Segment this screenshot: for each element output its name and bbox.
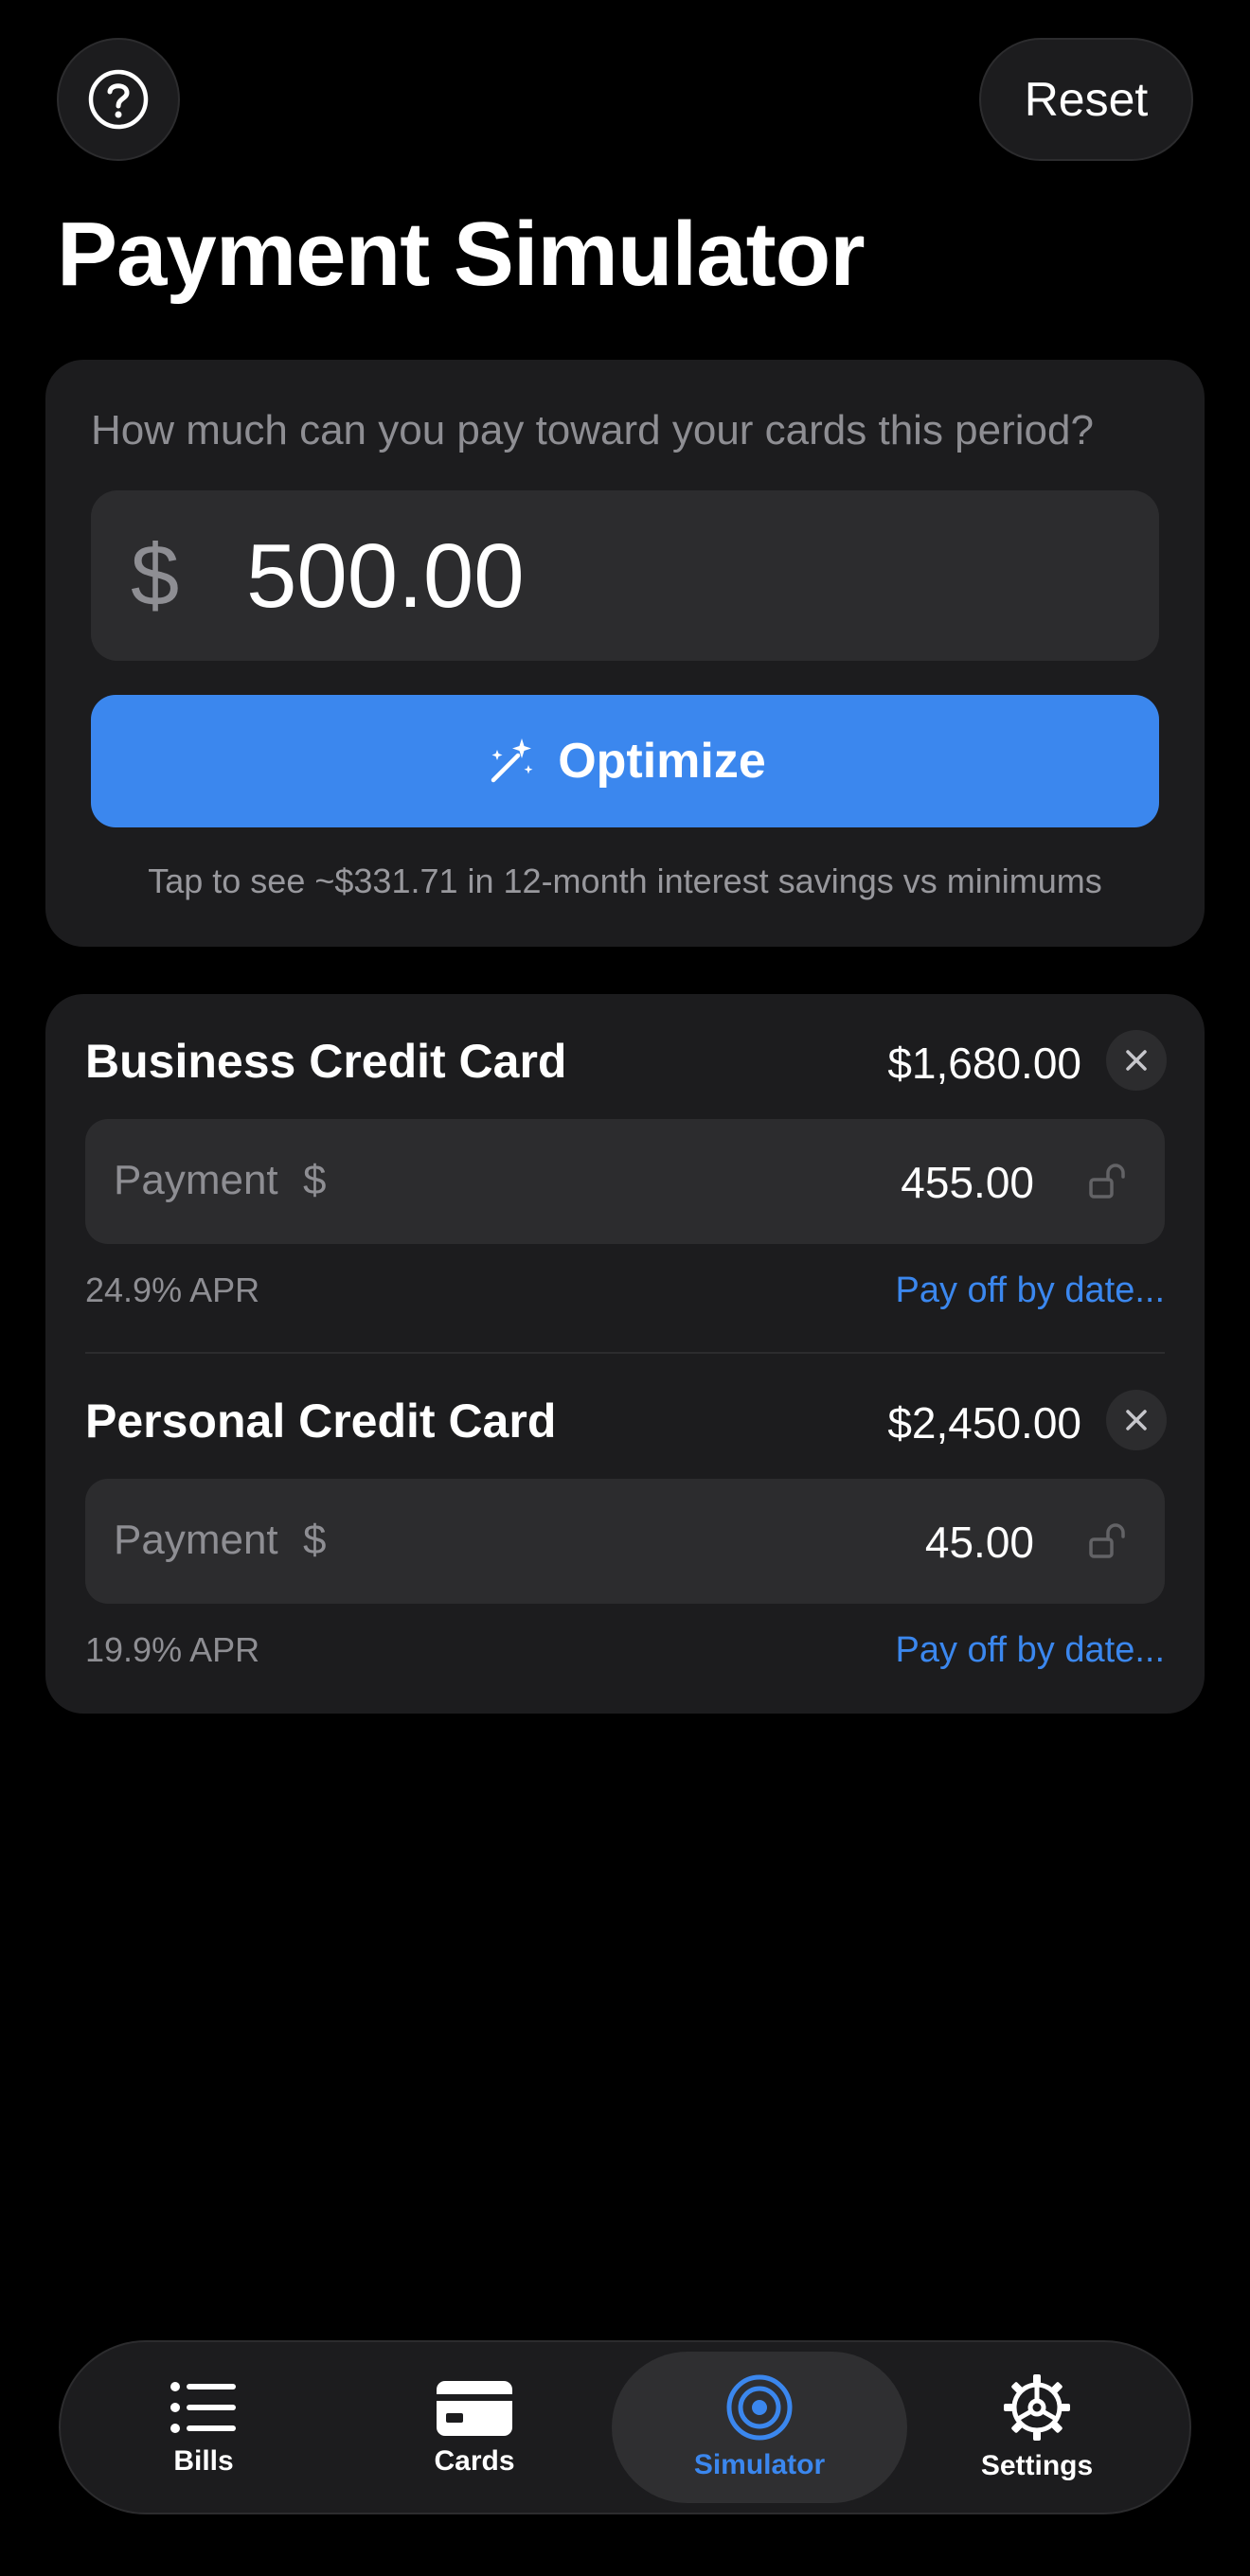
credit-card-icon bbox=[437, 2381, 512, 2436]
budget-card: How much can you pay toward your cards t… bbox=[45, 360, 1205, 947]
amount-value: 500.00 bbox=[246, 525, 525, 627]
card-item-personal: Personal Credit Card $2,450.00 Payment $… bbox=[45, 1354, 1205, 1676]
close-icon bbox=[1126, 1050, 1147, 1071]
payment-currency: $ bbox=[303, 1517, 327, 1563]
card-name: Business Credit Card bbox=[85, 1035, 567, 1088]
question-circle-icon bbox=[88, 69, 149, 130]
tab-bills[interactable]: Bills bbox=[80, 2352, 328, 2503]
payment-input[interactable]: Payment $ 455.00 bbox=[85, 1119, 1165, 1244]
target-icon bbox=[726, 2374, 793, 2441]
tab-label: Settings bbox=[980, 2450, 1094, 2481]
cards-list: Business Credit Card $1,680.00 Payment $… bbox=[45, 994, 1205, 1714]
tab-settings[interactable]: Settings bbox=[913, 2352, 1161, 2503]
currency-symbol: $ bbox=[131, 527, 180, 624]
help-button[interactable] bbox=[57, 38, 180, 161]
pay-off-by-date-link[interactable]: Pay off by date... bbox=[896, 1630, 1165, 1671]
card-name: Personal Credit Card bbox=[85, 1395, 557, 1448]
amount-input[interactable]: $ 500.00 bbox=[91, 490, 1159, 661]
card-apr: 24.9% APR bbox=[85, 1270, 260, 1309]
close-icon bbox=[1126, 1410, 1147, 1430]
optimize-button[interactable]: Optimize bbox=[91, 695, 1159, 827]
page-title: Payment Simulator bbox=[57, 204, 866, 305]
card-apr: 19.9% APR bbox=[85, 1630, 260, 1669]
tab-bar: Bills Cards Simulator Settings bbox=[59, 2340, 1191, 2514]
reset-button[interactable]: Reset bbox=[979, 38, 1193, 161]
tab-label: Simulator bbox=[693, 2449, 826, 2480]
tab-simulator[interactable]: Simulator bbox=[612, 2352, 907, 2503]
budget-question: How much can you pay toward your cards t… bbox=[91, 407, 1094, 453]
card-item-business: Business Credit Card $1,680.00 Payment $… bbox=[45, 994, 1205, 1316]
payment-currency: $ bbox=[303, 1157, 327, 1203]
list-icon bbox=[170, 2382, 236, 2433]
payment-input[interactable]: Payment $ 45.00 bbox=[85, 1479, 1165, 1604]
unlock-icon[interactable] bbox=[1087, 1520, 1129, 1562]
pay-off-by-date-link[interactable]: Pay off by date... bbox=[896, 1270, 1165, 1311]
payment-label: Payment bbox=[114, 1517, 278, 1563]
card-balance: $1,680.00 bbox=[887, 1039, 1081, 1088]
magic-wand-icon bbox=[491, 738, 533, 783]
tab-label: Cards bbox=[434, 2445, 515, 2477]
tab-cards[interactable]: Cards bbox=[350, 2352, 598, 2503]
card-balance: $2,450.00 bbox=[887, 1398, 1081, 1448]
payment-value: 455.00 bbox=[901, 1158, 1034, 1207]
gear-icon bbox=[1004, 2374, 1070, 2441]
savings-note: Tap to see ~$331.71 in 12-month interest… bbox=[148, 862, 1102, 900]
payment-label: Payment bbox=[114, 1157, 278, 1203]
optimize-label: Optimize bbox=[558, 734, 766, 789]
remove-card-button[interactable] bbox=[1106, 1390, 1167, 1450]
tab-label: Bills bbox=[173, 2445, 234, 2477]
unlock-icon[interactable] bbox=[1087, 1161, 1129, 1202]
remove-card-button[interactable] bbox=[1106, 1030, 1167, 1091]
payment-value: 45.00 bbox=[924, 1518, 1034, 1567]
